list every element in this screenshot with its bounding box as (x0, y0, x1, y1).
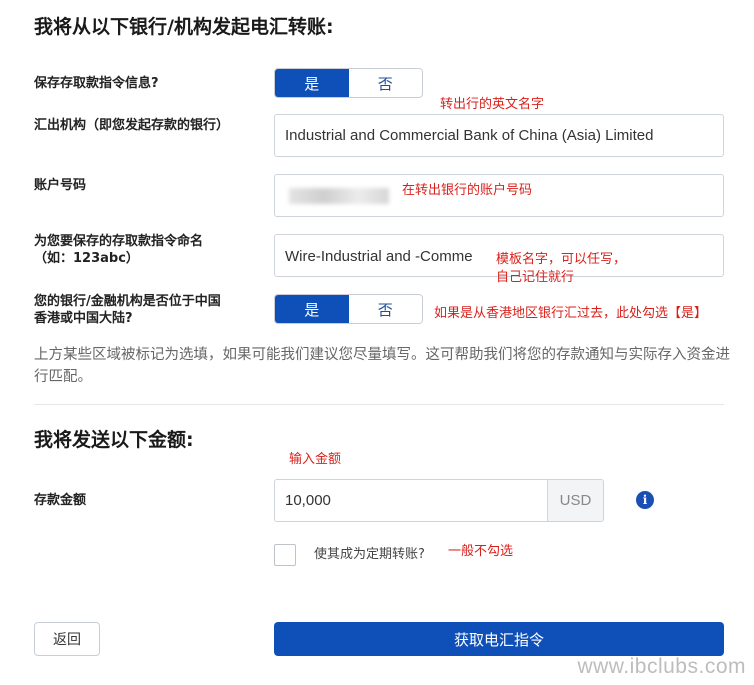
get-wire-instructions-button[interactable]: 获取电汇指令 (274, 622, 724, 656)
hk-mainland-label-line2: 香港或中国大陆? (34, 311, 133, 326)
template-name-label: 为您要保存的存取款指令命名 （如：123abc） (34, 233, 203, 267)
template-name-annotation-line2: 自己记住就行 (496, 270, 575, 285)
recurring-annotation: 一般不勾选 (448, 544, 514, 559)
recurring-transfer-checkbox[interactable] (274, 544, 296, 566)
currency-label: USD (547, 480, 603, 521)
hk-mainland-label-line1: 您的银行/金融机构是否位于中国 (34, 294, 221, 309)
account-number-label: 账户号码 (34, 178, 87, 193)
watermark: www.ibclubs.com (577, 655, 746, 678)
template-name-label-line1: 为您要保存的存取款指令命名 (34, 234, 204, 249)
redacted-account-number (289, 187, 389, 204)
section-title-from-bank: 我将从以下银行/机构发起电汇转账: (34, 16, 334, 38)
amount-annotation: 输入金额 (289, 452, 342, 467)
hk-mainland-toggle: 是 否 (274, 294, 423, 324)
back-button[interactable]: 返回 (34, 622, 100, 656)
info-icon[interactable]: i (636, 491, 654, 509)
save-instruction-no-option[interactable]: 否 (349, 69, 423, 97)
save-instruction-label: 保存存取款指令信息? (34, 76, 159, 91)
deposit-amount-input[interactable]: 10,000 (275, 480, 547, 521)
recurring-transfer-label: 使其成为定期转账? (314, 547, 425, 562)
hk-mainland-no-option[interactable]: 否 (349, 295, 423, 323)
bank-name-input[interactable]: Industrial and Commercial Bank of China … (274, 114, 724, 157)
section-divider (34, 404, 724, 405)
section-title-amount: 我将发送以下金额: (34, 429, 194, 451)
bank-name-label: 汇出机构（即您发起存款的银行） (34, 118, 230, 133)
hk-mainland-label: 您的银行/金融机构是否位于中国 香港或中国大陆? (34, 293, 221, 327)
save-instruction-toggle: 是 否 (274, 68, 423, 98)
hk-mainland-yes-option[interactable]: 是 (275, 295, 349, 323)
template-name-annotation: 模板名字，可以任写， 自己记住就行 (496, 251, 626, 287)
help-text: 上方某些区域被标记为选填，如果可能我们建议您尽量填写。这可帮助我们将您的存款通知… (34, 347, 730, 385)
account-number-annotation: 在转出银行的账户号码 (402, 183, 533, 198)
template-name-annotation-line1: 模板名字，可以任写， (496, 252, 627, 267)
deposit-amount-field: 10,000 USD (274, 479, 604, 522)
hk-mainland-annotation: 如果是从香港地区银行汇过去，此处勾选【是】 (434, 306, 708, 321)
template-name-label-line2: （如：123abc） (34, 251, 139, 266)
save-instruction-yes-option[interactable]: 是 (275, 69, 349, 97)
bank-name-annotation: 转出行的英文名字 (440, 97, 545, 112)
deposit-amount-label: 存款金额 (34, 493, 87, 508)
